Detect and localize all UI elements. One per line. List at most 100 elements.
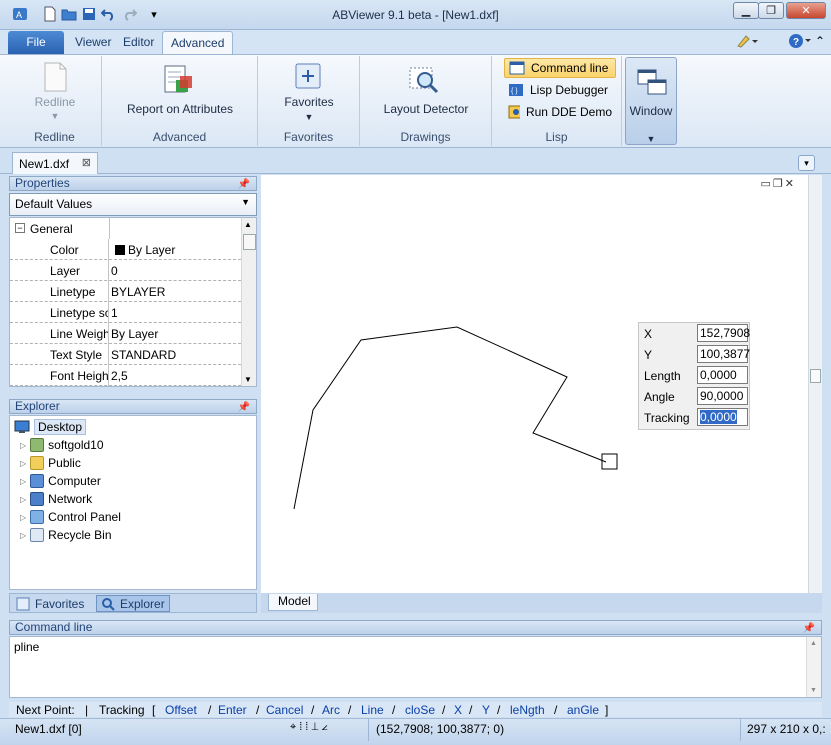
expand-icon[interactable]: ▷ [20, 477, 26, 486]
option-offset[interactable]: Offset [165, 703, 197, 717]
tab-model[interactable]: Model [268, 594, 318, 611]
minimize-view-icon[interactable]: ▭ [761, 178, 773, 190]
property-value[interactable]: 0 [110, 260, 118, 281]
tracking-input[interactable]: 0,0000 [697, 408, 748, 426]
command-history[interactable]: ▲ ▼ [9, 636, 822, 698]
tree-item[interactable]: ▷ softgold10 [20, 436, 104, 454]
scroll-down-icon[interactable]: ▼ [810, 687, 817, 694]
property-row[interactable]: Layer 0 [10, 260, 241, 281]
expand-icon[interactable]: ▷ [20, 495, 26, 504]
expand-icon[interactable]: ▷ [20, 513, 26, 522]
property-value[interactable]: By Layer [110, 323, 158, 344]
snap-icon[interactable]: ⌖ [290, 721, 299, 733]
save-icon[interactable] [81, 6, 97, 22]
command-prompt[interactable]: Next Point: | Tracking [ Offset / Enter … [9, 702, 822, 717]
option-arc[interactable]: Arc [322, 703, 340, 717]
window-button[interactable]: Window ▼ [625, 57, 677, 145]
properties-scrollbar[interactable]: ▲ ▼ [241, 218, 256, 386]
property-row[interactable]: Line Weight By Layer [10, 323, 241, 344]
collapse-icon[interactable]: − [15, 223, 25, 233]
grid-icon[interactable]: ⁞⁞ [299, 721, 311, 733]
report-on-attributes-button[interactable]: Report on Attributes [102, 102, 258, 116]
expand-icon[interactable]: ▷ [20, 441, 26, 450]
layout-detector-button[interactable]: Layout Detector [360, 102, 492, 116]
restore-view-icon[interactable]: ❐ [773, 178, 785, 190]
tab-editor[interactable]: Editor [115, 31, 162, 54]
tree-root[interactable]: Desktop [14, 418, 87, 436]
option-cancel[interactable]: Cancel [266, 703, 303, 717]
undo-icon[interactable] [100, 6, 116, 22]
tab-viewer[interactable]: Viewer [67, 31, 119, 54]
run-dde-demo-button[interactable]: Run DDE Demo [504, 102, 616, 122]
tree-item[interactable]: ▷ Public [20, 454, 81, 472]
property-value[interactable]: By Layer [110, 239, 175, 260]
property-row[interactable]: Text Style STANDARD [10, 344, 241, 365]
option-angle[interactable]: anGle [567, 703, 599, 717]
favorites-button[interactable]: Favorites [258, 95, 360, 109]
favorites-dropdown-icon[interactable]: ▼ [258, 112, 360, 122]
tree-item[interactable]: ▷ Control Panel [20, 508, 121, 526]
tab-file[interactable]: File [8, 31, 64, 54]
ribbon-minimize-icon[interactable]: ⌃ [815, 34, 825, 48]
pin-icon[interactable]: 📌 [238, 401, 250, 414]
category-row[interactable]: − General [10, 218, 241, 239]
app-icon[interactable]: A [12, 6, 28, 22]
document-tab[interactable]: New1.dxf ⊠ [12, 152, 98, 174]
option-enter[interactable]: Enter [218, 703, 247, 717]
option-y[interactable]: Y [482, 703, 490, 717]
pin-icon[interactable]: 📌 [803, 622, 815, 635]
expand-icon[interactable]: ▷ [20, 459, 26, 468]
expand-icon[interactable]: ▷ [20, 531, 26, 540]
open-icon[interactable] [61, 6, 77, 22]
scroll-up-icon[interactable]: ▲ [244, 220, 252, 229]
restore-button[interactable]: ❐ [758, 2, 784, 19]
pin-icon[interactable]: 📌 [238, 178, 250, 191]
redline-button[interactable]: Redline [8, 95, 102, 109]
style-icon[interactable] [736, 34, 758, 51]
window-dropdown-icon[interactable]: ▼ [626, 134, 676, 144]
tab-explorer[interactable]: Explorer [96, 595, 170, 612]
command-line-button[interactable]: Command line [504, 58, 616, 78]
tree-item[interactable]: ▷ Network [20, 490, 92, 508]
scroll-up-icon[interactable]: ▲ [810, 640, 817, 647]
property-row[interactable]: Font Height 2,5 [10, 365, 241, 386]
document-list-dropdown-icon[interactable]: ▾ [798, 155, 815, 171]
redo-icon[interactable] [122, 6, 138, 22]
property-value[interactable]: BYLAYER [110, 281, 165, 302]
ortho-icon[interactable]: ⊥ [311, 721, 321, 733]
option-line[interactable]: Line [361, 703, 384, 717]
x-input[interactable]: 152,7908 [697, 324, 750, 342]
property-value[interactable]: STANDARD [110, 344, 176, 365]
new-icon[interactable] [42, 6, 58, 22]
customize-icon[interactable]: ▾ [146, 6, 162, 22]
tree-item[interactable]: ▷ Recycle Bin [20, 526, 112, 544]
option-length[interactable]: leNgth [510, 703, 545, 717]
minimize-button[interactable]: ▁ [733, 2, 759, 19]
property-value[interactable]: 2,5 [110, 365, 128, 386]
close-view-icon[interactable]: ✕ [785, 178, 796, 190]
scroll-thumb[interactable] [810, 369, 821, 383]
property-row[interactable]: Linetype BYLAYER [10, 281, 241, 302]
canvas-scrollbar[interactable] [808, 175, 822, 593]
close-button[interactable]: ✕ [786, 2, 826, 19]
close-tab-icon[interactable]: ⊠ [82, 156, 91, 169]
scroll-down-icon[interactable]: ▼ [244, 375, 252, 384]
lisp-debugger-button[interactable]: { } Lisp Debugger [504, 80, 616, 100]
scroll-thumb[interactable] [243, 234, 256, 250]
tab-advanced[interactable]: Advanced [162, 31, 234, 54]
command-scrollbar[interactable]: ▲ ▼ [806, 637, 821, 697]
option-close[interactable]: cloSe [405, 703, 435, 717]
tab-favorites[interactable]: Favorites [12, 595, 88, 612]
redline-dropdown-icon[interactable]: ▼ [8, 111, 102, 121]
angle-input[interactable]: 90,0000 [697, 387, 748, 405]
properties-selector[interactable]: Default Values ▼ [9, 193, 257, 216]
help-icon[interactable]: ? [788, 33, 812, 52]
option-x[interactable]: X [454, 703, 462, 717]
polar-icon[interactable]: ∠ [321, 721, 330, 733]
property-value[interactable]: 1 [110, 302, 118, 323]
property-row[interactable]: Color By Layer [10, 239, 241, 260]
y-input[interactable]: 100,3877 [697, 345, 750, 363]
tree-item[interactable]: ▷ Computer [20, 472, 101, 490]
property-row[interactable]: Linetype scale 1 [10, 302, 241, 323]
length-input[interactable]: 0,0000 [697, 366, 748, 384]
